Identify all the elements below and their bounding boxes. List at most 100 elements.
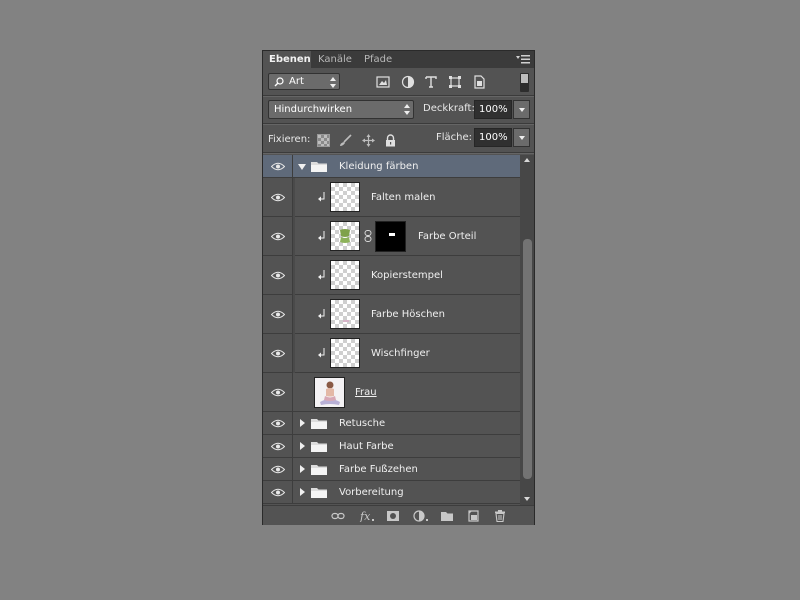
disclosure-closed-icon[interactable] [300,465,305,473]
panel-menu-icon[interactable] [516,54,530,65]
green-shape-icon [340,229,350,243]
folder-icon [311,442,327,452]
layer-row-group[interactable]: Retusche [263,412,520,435]
lock-all-icon[interactable] [384,134,397,147]
blend-mode-label: Hindurchwirken [274,104,353,115]
fill-value: 100% [479,132,508,143]
pixel-filter-icon[interactable] [376,75,390,89]
eye-icon[interactable] [271,349,285,358]
filter-kind-label: Art [289,76,304,87]
layer-thumbnail [314,377,345,408]
eye-icon[interactable] [271,162,285,171]
layer-name: Farbe Fußzehen [339,464,418,475]
search-icon [274,77,284,87]
lock-position-icon[interactable] [362,134,375,147]
new-layer-icon[interactable] [466,510,480,522]
eye-icon[interactable] [271,232,285,241]
new-group-icon[interactable] [440,510,454,522]
layer-row[interactable]: Kopierstempel [263,256,520,295]
layer-row[interactable]: Frau [263,373,520,412]
layer-name: Vorbereitung [339,487,404,498]
folder-icon [311,162,327,172]
folder-icon [311,465,327,475]
opacity-dropdown-button[interactable] [513,100,530,119]
link-layers-icon[interactable] [331,510,345,522]
scrollbar[interactable] [520,155,534,505]
eye-icon[interactable] [271,388,285,397]
clipping-arrow-icon [318,231,325,241]
disclosure-closed-icon[interactable] [300,442,305,450]
fill-label: Fläche: [436,132,473,143]
disclosure-open-icon[interactable] [298,164,306,170]
layer-name: Haut Farbe [339,441,394,452]
layer-name: Kleidung färben [339,161,419,172]
type-filter-icon[interactable] [424,75,438,89]
disclosure-closed-icon[interactable] [300,419,305,427]
scroll-down-icon[interactable] [524,497,530,501]
eye-icon[interactable] [271,442,285,451]
updown-icon [330,77,336,88]
opacity-value: 100% [479,104,508,115]
scroll-thumb[interactable] [523,239,532,479]
clipping-arrow-icon [318,348,325,358]
layer-name: Frau [355,387,377,398]
eye-icon[interactable] [271,193,285,202]
folder-icon [311,488,327,498]
layer-row-group[interactable]: Farbe Fußzehen [263,458,520,481]
smart-object-filter-icon[interactable] [472,75,486,89]
add-mask-icon[interactable] [386,510,400,522]
blend-mode-select[interactable]: Hindurchwirken [268,100,414,119]
lock-label: Fixieren: [268,134,311,145]
fx-icon[interactable]: fx [359,510,375,522]
chain-link-icon[interactable] [364,230,372,242]
layer-name: Retusche [339,418,386,429]
layer-row[interactable]: Falten malen [263,178,520,217]
layer-row[interactable]: Wischfinger [263,334,520,373]
layer-row[interactable]: Farbe Orteil [263,217,520,256]
filter-kind-select[interactable]: Art [268,73,340,90]
tab-pfade[interactable]: Pfade [358,51,398,68]
eye-icon[interactable] [271,419,285,428]
layer-row[interactable]: Farbe Höschen [263,295,520,334]
opacity-input[interactable]: 100% [474,100,512,119]
scroll-up-icon[interactable] [524,158,530,162]
adjustment-layer-icon[interactable] [413,510,429,522]
eye-icon[interactable] [271,465,285,474]
eye-icon[interactable] [271,488,285,497]
layer-name: Farbe Orteil [418,231,477,242]
tab-ebenen[interactable]: Ebenen [263,51,311,68]
svg-text:fx: fx [359,510,371,522]
opacity-label: Deckkraft: [423,103,475,114]
layer-name: Kopierstempel [371,270,443,281]
layer-name: Wischfinger [371,348,430,359]
fill-dropdown-button[interactable] [513,128,530,147]
layer-row-group[interactable]: Vorbereitung [263,481,520,504]
panel-tabs: Ebenen Kanäle Pfade [263,51,534,68]
layer-name: Farbe Höschen [371,309,445,320]
delete-icon[interactable] [493,510,507,522]
eye-icon[interactable] [271,271,285,280]
filter-row: Art [263,68,534,96]
panel-footer: fx [263,505,534,525]
clipping-arrow-icon [318,309,325,319]
layers-list: Kleidung färben Falten malen Farbe Ortei… [263,155,520,505]
shape-filter-icon[interactable] [448,75,462,89]
woman-photo-icon [320,381,340,405]
layers-panel: Ebenen Kanäle Pfade Art Hindurchwirken D… [262,50,535,525]
clipping-arrow-icon [318,192,325,202]
eye-icon[interactable] [271,310,285,319]
layer-row-group[interactable]: Haut Farbe [263,435,520,458]
clipping-arrow-icon [318,270,325,280]
fill-input[interactable]: 100% [474,128,512,147]
tab-kanaele[interactable]: Kanäle [312,51,358,68]
disclosure-closed-icon[interactable] [300,488,305,496]
layer-mask-thumbnail[interactable] [375,221,406,252]
lock-transparent-pixels-icon[interactable] [317,134,330,147]
adjustment-filter-icon[interactable] [401,75,415,89]
layer-thumbnail [330,338,360,368]
lock-image-pixels-icon[interactable] [339,134,352,147]
filter-toggle[interactable] [520,73,529,92]
layer-thumbnail [330,182,360,212]
layer-row-group[interactable]: Kleidung färben [263,155,520,178]
updown-icon [404,104,410,115]
